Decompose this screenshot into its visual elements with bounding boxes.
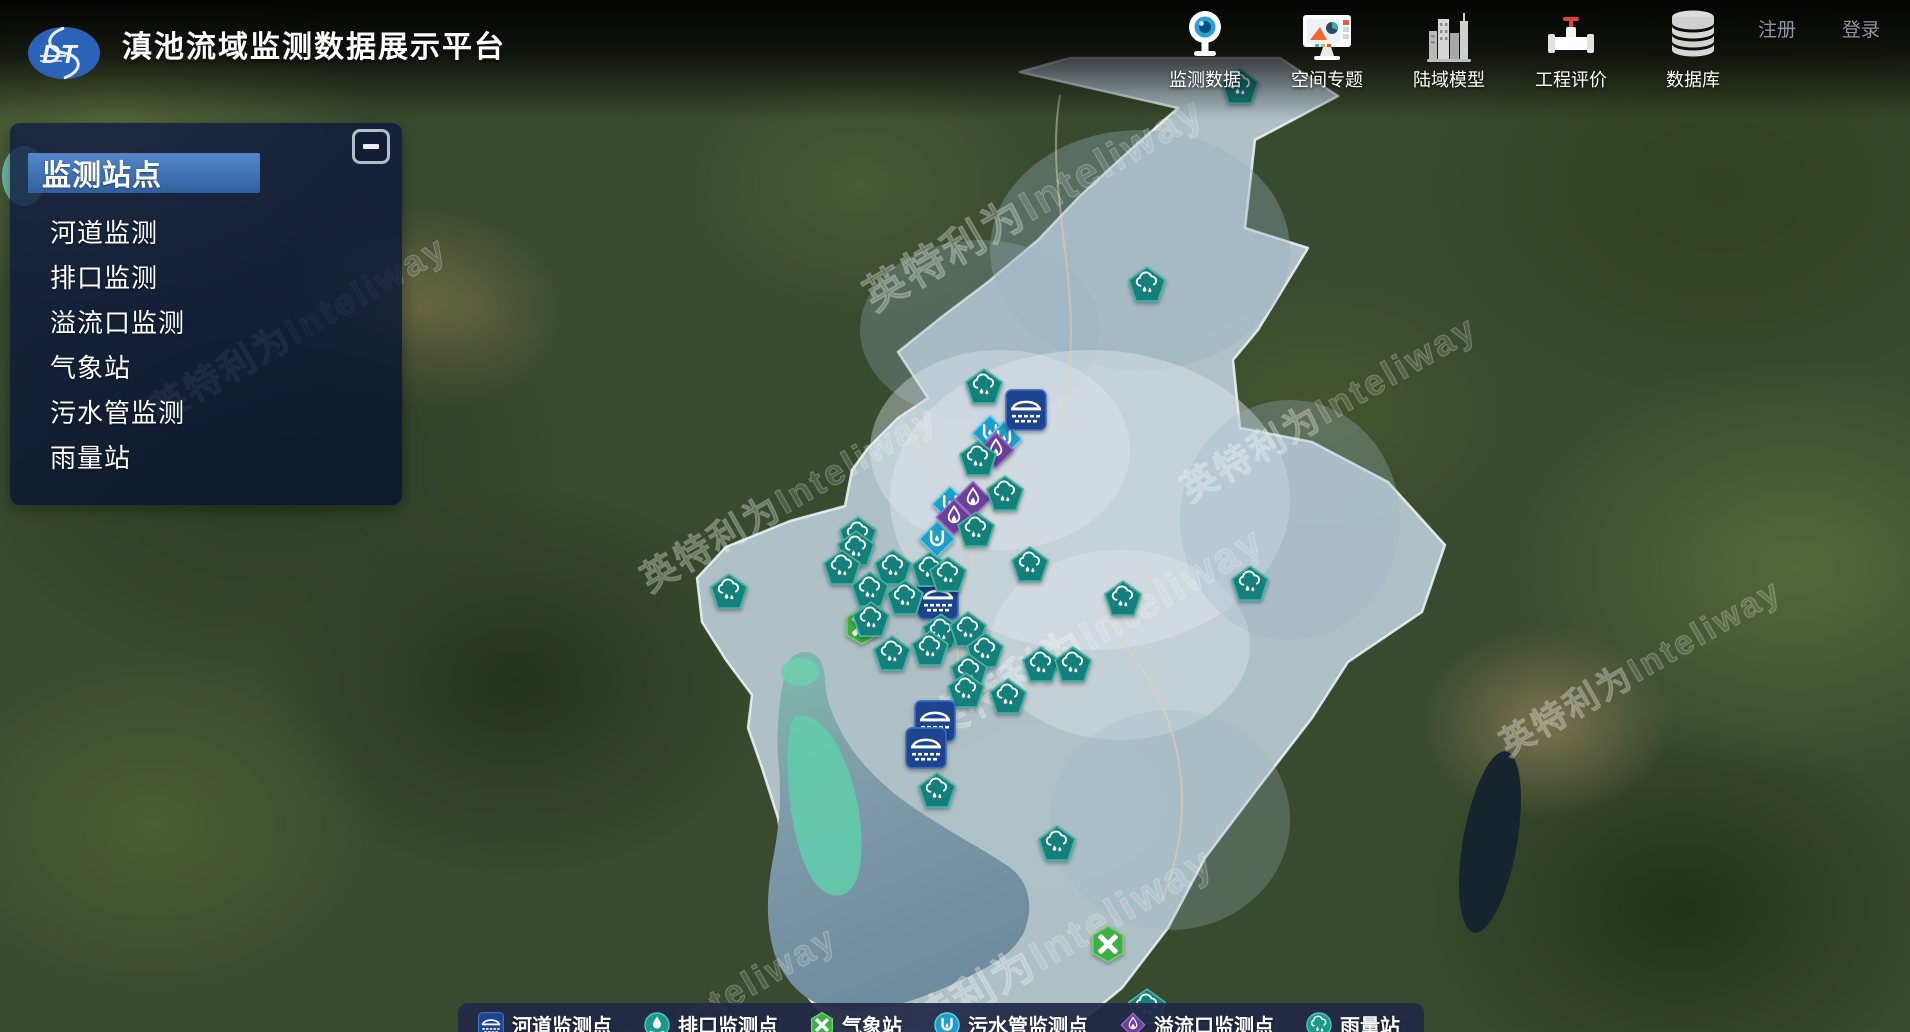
legend-item-outlet: 排口监测点 (644, 1010, 778, 1032)
legend-item-sewage: 污水管监测点 (934, 1010, 1088, 1032)
rain-station-marker[interactable] (957, 511, 995, 547)
rain-station-marker[interactable] (911, 630, 949, 666)
rain-station-marker[interactable] (959, 440, 997, 476)
city-buildings-icon (1426, 5, 1472, 63)
nav-label: 陆域模型 (1413, 66, 1485, 92)
rain-station-marker[interactable] (1104, 580, 1142, 616)
legend-item-weather: 气象站 (810, 1010, 902, 1032)
river-legend-icon (478, 1012, 504, 1032)
nav-label: 监测数据 (1169, 66, 1241, 92)
legend-label: 河道监测点 (512, 1010, 612, 1032)
rain-station-marker[interactable] (1011, 546, 1049, 582)
app-root: 英特利为Inteliway 英特利为Inteliway 英特利为Inteliwa… (0, 0, 1910, 1032)
legend-label: 溢流口监测点 (1154, 1010, 1274, 1032)
rain-station-marker[interactable] (852, 601, 890, 637)
rain-station-marker[interactable] (886, 579, 924, 615)
rain-station-marker[interactable] (918, 772, 956, 808)
panel-item-rain-station[interactable]: 雨量站 (10, 434, 402, 479)
rain-legend-icon (1306, 1012, 1332, 1032)
app-logo: DT (26, 25, 102, 86)
monitor-stations-panel: 监测站点 河道监测 排口监测 溢流口监测 气象站 污水管监测 雨量站 (10, 123, 402, 505)
river-station-marker[interactable] (905, 727, 947, 769)
legend-item-river: 河道监测点 (478, 1010, 612, 1032)
legend-item-overflow: 溢流口监测点 (1120, 1010, 1274, 1032)
panel-item-river-monitoring[interactable]: 河道监测 (10, 209, 402, 254)
rain-station-marker[interactable] (710, 573, 748, 609)
top-navigation: 监测数据 (1158, 5, 1740, 92)
pipe-valve-icon (1546, 5, 1596, 63)
collapse-panel-button[interactable] (352, 129, 390, 164)
legend-label: 排口监测点 (678, 1010, 778, 1032)
nav-label: 空间专题 (1291, 66, 1363, 92)
auth-links: 注册 登录 (1758, 15, 1880, 42)
legend-label: 气象站 (842, 1010, 902, 1032)
rain-station-marker[interactable] (873, 635, 911, 671)
rain-station-marker[interactable] (1054, 646, 1092, 682)
river-station-marker[interactable] (1005, 389, 1047, 431)
rain-station-marker[interactable] (929, 556, 967, 592)
legend-label: 污水管监测点 (968, 1010, 1088, 1032)
rain-station-marker[interactable] (989, 678, 1027, 714)
nav-item-spatial-topic[interactable]: 空间专题 (1280, 5, 1374, 92)
legend-label: 雨量站 (1340, 1010, 1400, 1032)
rain-station-marker[interactable] (1128, 266, 1166, 302)
rain-station-marker[interactable] (965, 368, 1003, 404)
rain-station-marker[interactable] (1231, 565, 1269, 601)
minus-icon (363, 144, 379, 149)
nav-item-land-model[interactable]: 陆域模型 (1402, 5, 1496, 92)
monitor-chart-icon (1301, 5, 1353, 63)
station-type-list: 河道监测 排口监测 溢流口监测 气象站 污水管监测 雨量站 (10, 209, 402, 479)
legend-item-rain: 雨量站 (1306, 1010, 1400, 1032)
lake-east (1447, 747, 1532, 938)
nav-item-monitor-data[interactable]: 监测数据 (1158, 5, 1252, 92)
panel-item-weather-station[interactable]: 气象站 (10, 344, 402, 389)
database-icon (1668, 5, 1718, 63)
webcam-icon (1183, 5, 1227, 63)
rain-station-marker[interactable] (1038, 825, 1076, 861)
top-header-bar: DT 滇池流域监测数据展示平台 监测数据 (0, 0, 1910, 120)
map-legend: 河道监测点 排口监测点 气象站 (458, 1003, 1424, 1032)
page-title: 滇池流域监测数据展示平台 (122, 22, 506, 66)
nav-label: 数据库 (1666, 66, 1720, 92)
register-link[interactable]: 注册 (1758, 15, 1796, 42)
outlet-legend-icon (644, 1012, 670, 1032)
panel-title-monitor-stations[interactable]: 监测站点 (28, 153, 260, 193)
svg-text:DT: DT (42, 39, 79, 69)
nav-item-database[interactable]: 数据库 (1646, 5, 1740, 92)
panel-item-outlet-monitoring[interactable]: 排口监测 (10, 254, 402, 299)
nav-label: 工程评价 (1535, 66, 1607, 92)
weather-station-marker[interactable] (1091, 925, 1125, 963)
sewage-legend-icon (934, 1012, 960, 1032)
panel-item-overflow-monitoring[interactable]: 溢流口监测 (10, 299, 402, 344)
rain-station-marker[interactable] (986, 475, 1024, 511)
overflow-legend-icon (1120, 1012, 1146, 1032)
nav-item-project-eval[interactable]: 工程评价 (1524, 5, 1618, 92)
weather-legend-icon (810, 1012, 834, 1032)
login-link[interactable]: 登录 (1842, 15, 1880, 42)
panel-item-sewage-monitoring[interactable]: 污水管监测 (10, 389, 402, 434)
